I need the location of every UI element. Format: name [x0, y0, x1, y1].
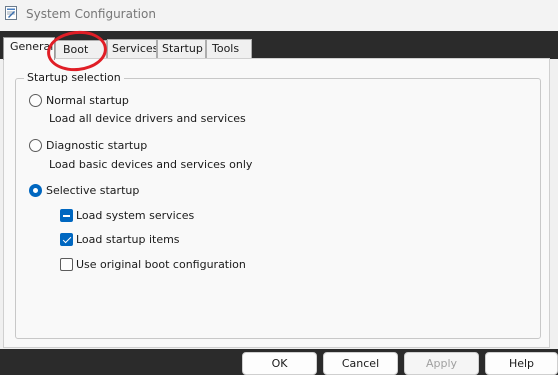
- diagnostic-startup-description: Load basic devices and services only: [49, 158, 253, 171]
- help-button[interactable]: Help: [485, 352, 558, 375]
- group-title: Startup selection: [24, 71, 124, 85]
- load-system-services-checkbox[interactable]: [60, 209, 73, 222]
- msconfig-icon: [5, 6, 17, 20]
- tab-boot[interactable]: Boot: [55, 40, 107, 59]
- load-system-services-label[interactable]: Load system services: [76, 209, 194, 223]
- normal-startup-label[interactable]: Normal startup: [46, 94, 129, 108]
- ok-button[interactable]: OK: [242, 352, 317, 375]
- cancel-button[interactable]: Cancel: [323, 352, 398, 375]
- tab-tools[interactable]: Tools: [206, 39, 252, 59]
- use-original-boot-checkbox[interactable]: [60, 258, 73, 271]
- tab-strip: General Boot Services Startup Tools: [0, 31, 558, 60]
- system-configuration-window: System Configuration General Boot Servic…: [0, 0, 558, 375]
- use-original-boot-label[interactable]: Use original boot configuration: [76, 258, 246, 272]
- tab-startup[interactable]: Startup: [157, 39, 206, 59]
- button-bar: OK Cancel Apply Help: [0, 349, 558, 375]
- load-startup-items-label[interactable]: Load startup items: [76, 233, 180, 247]
- selective-startup-radio[interactable]: [29, 184, 42, 197]
- diagnostic-startup-label[interactable]: Diagnostic startup: [46, 139, 147, 153]
- tab-general[interactable]: General: [3, 37, 55, 60]
- diagnostic-startup-radio[interactable]: [29, 139, 42, 152]
- normal-startup-description: Load all device drivers and services: [49, 112, 246, 125]
- apply-button[interactable]: Apply: [404, 352, 479, 375]
- general-tab-panel: Startup selection Normal startup Load al…: [3, 58, 550, 348]
- tab-services[interactable]: Services: [107, 39, 157, 59]
- window-title: System Configuration: [26, 7, 156, 21]
- normal-startup-radio[interactable]: [29, 94, 42, 107]
- load-startup-items-checkbox[interactable]: [60, 233, 73, 246]
- selective-startup-label[interactable]: Selective startup: [46, 184, 139, 198]
- title-bar: System Configuration: [0, 0, 558, 31]
